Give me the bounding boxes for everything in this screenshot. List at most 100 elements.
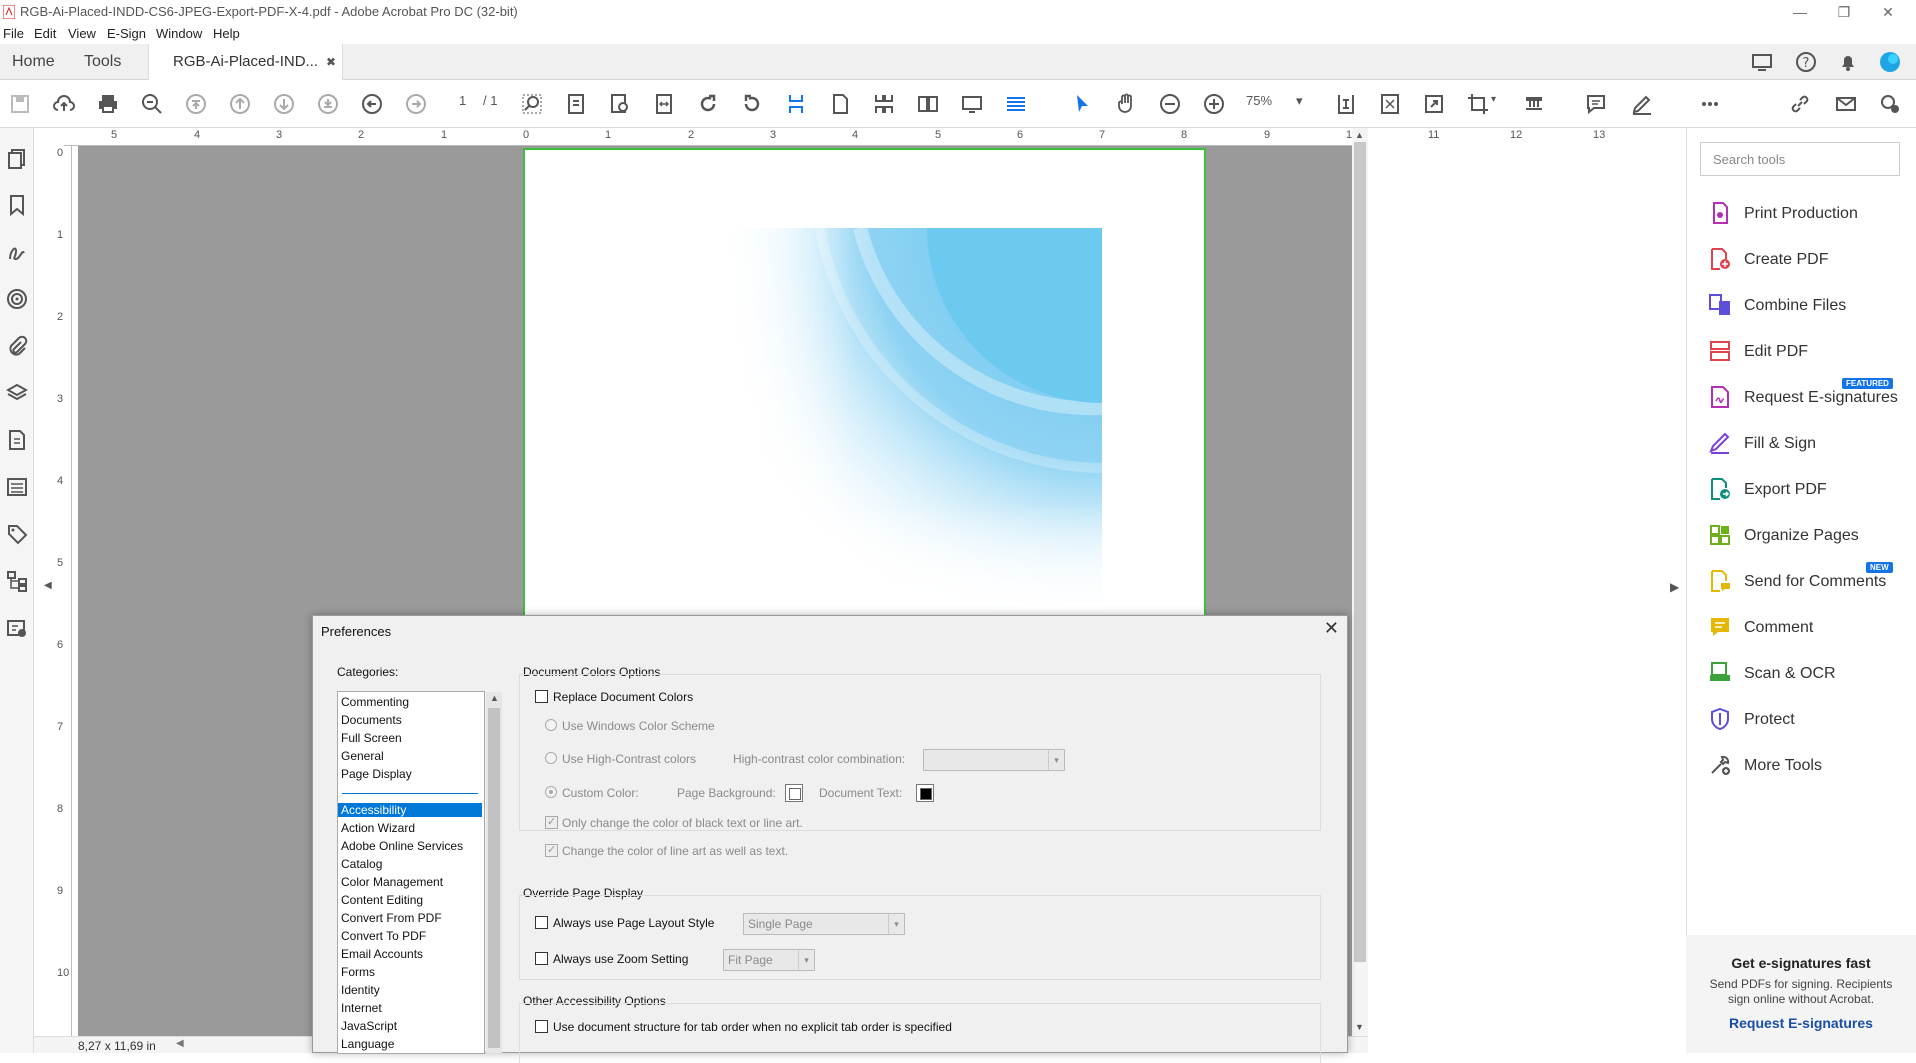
hc-combination-select[interactable]: ▾	[923, 749, 1065, 771]
account-avatar-icon[interactable]	[1878, 50, 1902, 74]
tab-home[interactable]: Home	[12, 44, 55, 80]
category-item[interactable]: Content Editing	[341, 893, 423, 907]
zoom-search-icon[interactable]	[140, 92, 164, 116]
category-item[interactable]: Full Screen	[341, 731, 402, 745]
bookmarks-icon[interactable]	[6, 194, 28, 216]
last-page-icon[interactable]	[316, 92, 340, 116]
categories-scroll-thumb[interactable]	[488, 708, 500, 1048]
close-window-button[interactable]: ✕	[1868, 2, 1908, 22]
search-tools-input[interactable]: Search tools	[1700, 142, 1900, 176]
zoom-setting-select[interactable]: Fit Page ▾	[723, 949, 815, 971]
category-item[interactable]: Internet	[341, 1001, 382, 1015]
tab-tools[interactable]: Tools	[84, 44, 121, 80]
collapse-right-pane-icon[interactable]: ▶	[1670, 580, 1679, 594]
menu-file[interactable]: File	[3, 26, 24, 41]
add-comment-icon[interactable]	[1584, 92, 1608, 116]
line-art-checkbox[interactable]: ✓	[545, 844, 558, 857]
two-page-scrolling-icon[interactable]	[872, 92, 896, 116]
vertical-scrollbar[interactable]: ▲ ▼	[1352, 128, 1368, 1036]
compare-files-icon[interactable]	[1378, 92, 1402, 116]
menu-view[interactable]: View	[68, 26, 96, 41]
request-esignatures-link[interactable]: Request E-signatures	[1686, 1015, 1916, 1031]
share-people-icon[interactable]	[1878, 92, 1902, 116]
forward-icon[interactable]	[404, 92, 428, 116]
crop-dropdown-icon[interactable]: ▾	[1491, 94, 1496, 105]
fit-page-icon[interactable]	[564, 92, 588, 116]
upload-cloud-icon[interactable]	[52, 92, 76, 116]
category-item[interactable]: Page Display	[341, 767, 412, 781]
select-tool-icon[interactable]	[1070, 92, 1094, 116]
vertical-scroll-thumb[interactable]	[1354, 142, 1366, 962]
fields-icon[interactable]	[6, 617, 28, 639]
category-item-selected[interactable]: Accessibility	[338, 803, 482, 817]
category-item[interactable]: Convert From PDF	[341, 911, 442, 925]
category-item[interactable]: Language	[341, 1037, 394, 1051]
tags-icon[interactable]	[6, 523, 28, 545]
layers-icon[interactable]	[6, 382, 28, 404]
tab-document[interactable]: RGB-Ai-Placed-IND... ✖	[148, 44, 344, 81]
scroll-up-icon[interactable]: ▲	[490, 693, 499, 703]
back-icon[interactable]	[360, 92, 384, 116]
email-icon[interactable]	[1834, 92, 1858, 116]
category-item[interactable]: Action Wizard	[341, 821, 415, 835]
share-link-icon[interactable]	[1788, 92, 1812, 116]
scrolling-mode-icon[interactable]	[784, 92, 808, 116]
high-contrast-radio[interactable]	[545, 752, 557, 764]
scroll-up-icon[interactable]: ▲	[1355, 130, 1364, 140]
notifications-bell-icon[interactable]	[1836, 50, 1860, 74]
crop-pages-icon[interactable]	[1466, 92, 1490, 116]
order-icon[interactable]	[6, 476, 28, 498]
two-page-view-icon[interactable]	[916, 92, 940, 116]
restore-button[interactable]: ❐	[1824, 2, 1864, 22]
zoom-setting-checkbox[interactable]	[535, 952, 548, 965]
signatures-icon[interactable]	[6, 241, 28, 263]
category-item[interactable]: Forms	[341, 965, 375, 979]
category-item[interactable]: JavaScript	[341, 1019, 397, 1033]
help-icon[interactable]: ?	[1794, 50, 1818, 74]
page-background-swatch[interactable]	[785, 784, 803, 802]
zoom-in-icon[interactable]	[1202, 92, 1226, 116]
category-item[interactable]: General	[341, 749, 384, 763]
minimize-button[interactable]: —	[1780, 2, 1820, 22]
presentation-icon[interactable]	[960, 92, 984, 116]
share-screen-icon[interactable]	[1750, 50, 1774, 74]
custom-color-radio[interactable]	[545, 786, 557, 798]
previous-page-icon[interactable]	[228, 92, 252, 116]
attachments-icon[interactable]	[6, 335, 28, 357]
replace-colors-checkbox[interactable]	[535, 690, 548, 703]
fit-width-icon[interactable]	[652, 92, 676, 116]
category-item[interactable]: Convert To PDF	[341, 929, 426, 943]
measure-tool-icon[interactable]	[1334, 92, 1358, 116]
reading-mode-icon[interactable]	[1004, 92, 1028, 116]
category-item[interactable]: Identity	[341, 983, 380, 997]
close-dialog-icon[interactable]: ✕	[1324, 618, 1339, 639]
first-page-icon[interactable]	[184, 92, 208, 116]
content-icon[interactable]	[6, 429, 28, 451]
resize-page-icon[interactable]	[1422, 92, 1446, 116]
page-zoom-icon[interactable]	[608, 92, 632, 116]
category-item[interactable]: Documents	[341, 713, 402, 727]
windows-scheme-radio[interactable]	[545, 719, 557, 731]
scroll-left-icon[interactable]: ◀	[176, 1038, 184, 1049]
page-thumbnails-icon[interactable]	[6, 148, 28, 170]
categories-scrollbar[interactable]: ▲	[486, 692, 502, 1053]
category-item[interactable]: Adobe Online Services	[341, 839, 463, 853]
model-tree-icon[interactable]	[6, 570, 28, 592]
document-text-swatch[interactable]	[916, 784, 934, 802]
marquee-zoom-icon[interactable]	[520, 92, 544, 116]
rotate-clockwise-icon[interactable]	[696, 92, 720, 116]
close-tab-icon[interactable]: ✖	[326, 44, 336, 80]
highlight-pen-icon[interactable]	[1630, 92, 1654, 116]
menu-window[interactable]: Window	[156, 26, 202, 41]
categories-list[interactable]: Commenting Documents Full Screen General…	[337, 691, 502, 1054]
tab-order-checkbox[interactable]	[535, 1020, 548, 1033]
layout-style-select[interactable]: Single Page ▾	[743, 913, 905, 935]
menu-esign[interactable]: E-Sign	[107, 26, 146, 41]
zoom-level-dropdown[interactable]: 75% ▾	[1246, 93, 1310, 108]
next-page-icon[interactable]	[272, 92, 296, 116]
category-item[interactable]: Catalog	[341, 857, 382, 871]
stamp-tool-icon[interactable]	[1522, 92, 1546, 116]
hand-tool-icon[interactable]	[1114, 92, 1138, 116]
more-options-icon[interactable]	[1698, 92, 1722, 116]
print-icon[interactable]	[96, 92, 120, 116]
